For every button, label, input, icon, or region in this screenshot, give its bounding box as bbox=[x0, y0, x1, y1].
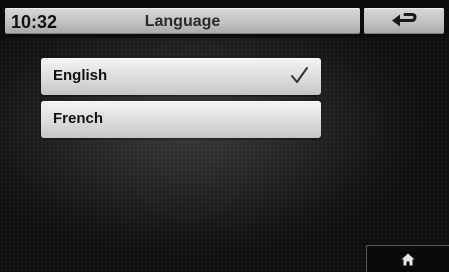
back-button[interactable] bbox=[364, 8, 444, 34]
language-label: French bbox=[53, 110, 104, 127]
page-title: Language bbox=[144, 13, 221, 30]
language-screen: 10:32 Language English French bbox=[0, 0, 449, 272]
back-arrow-icon bbox=[392, 13, 417, 27]
home-icon bbox=[401, 253, 415, 265]
language-label: English bbox=[53, 67, 108, 84]
title-bar: 10:32 Language bbox=[5, 8, 360, 34]
checkmark-icon bbox=[291, 67, 308, 83]
language-item-french[interactable]: French bbox=[41, 101, 321, 138]
home-button[interactable] bbox=[366, 245, 449, 272]
language-item-english[interactable]: English bbox=[41, 58, 321, 95]
